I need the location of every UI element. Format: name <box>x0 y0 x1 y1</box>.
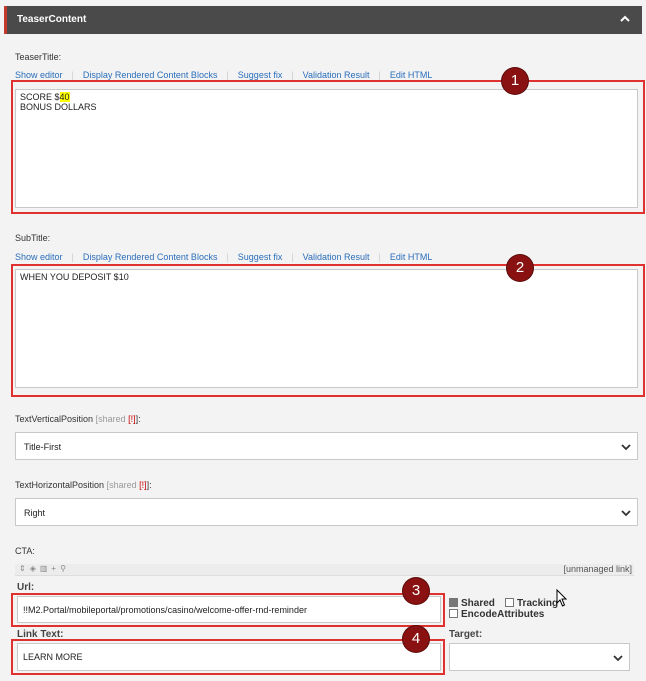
target-select[interactable] <box>449 643 630 671</box>
tracking-checkbox-row[interactable]: Tracking <box>505 597 558 609</box>
toolbar-separator: | <box>378 70 381 80</box>
tag-icon[interactable]: ◈ <box>30 564 40 573</box>
toolbar-separator: | <box>226 70 229 80</box>
toolbar-separator: | <box>291 70 294 80</box>
cta-toolbar-icons: ⇕◈▥+⚲ <box>19 564 70 573</box>
sort-icon[interactable]: ⇕ <box>19 564 30 573</box>
panel-title: TeaserContent <box>17 14 87 25</box>
cta-toolbar: ⇕◈▥+⚲ [unmanaged link] <box>15 564 634 576</box>
suggest-fix-link[interactable]: Suggest fix <box>238 70 283 80</box>
chevron-down-icon <box>621 444 631 451</box>
annotation-badge-2: 2 <box>507 255 533 281</box>
shared-checkbox-row[interactable]: Shared <box>449 597 495 609</box>
annotation-badge-4: 4 <box>403 626 429 652</box>
validation-result-link[interactable]: Validation Result <box>303 252 370 262</box>
edit-html-link[interactable]: Edit HTML <box>390 252 433 262</box>
plus-icon[interactable]: + <box>51 564 60 573</box>
display-rendered-link[interactable]: Display Rendered Content Blocks <box>83 70 218 80</box>
teaser-content-panel: TeaserContent TeaserTitle: Show editor | D… <box>0 0 646 681</box>
mouse-pointer-icon <box>556 589 568 607</box>
annotation-badge-1: 1 <box>502 68 528 94</box>
annotation-box-2 <box>11 264 645 397</box>
annotation-badge-3: 3 <box>403 578 429 604</box>
panel-header[interactable]: TeaserContent <box>4 6 642 34</box>
target-label: Target: <box>449 629 483 640</box>
selected-value: Title-First <box>24 442 62 452</box>
search-icon[interactable]: ⚲ <box>60 564 70 573</box>
trash-icon[interactable]: ▥ <box>40 564 52 573</box>
edit-html-link[interactable]: Edit HTML <box>390 70 433 80</box>
url-label: Url: <box>17 582 35 593</box>
chevron-down-icon <box>613 655 623 662</box>
teaser-title-toolbar: Show editor | Display Rendered Content Blo… <box>15 70 432 80</box>
toolbar-separator: | <box>226 252 229 262</box>
toolbar-separator: | <box>71 252 74 262</box>
toolbar-separator: | <box>71 70 74 80</box>
text-horizontal-position-select[interactable]: Right <box>15 498 638 526</box>
annotation-box-1 <box>11 80 645 214</box>
text-horizontal-position-label: TextHorizontalPosition [shared [!]]: <box>15 480 152 490</box>
show-editor-link[interactable]: Show editor <box>15 70 63 80</box>
annotation-box-4 <box>11 639 445 675</box>
chevron-up-icon[interactable] <box>618 12 632 26</box>
validation-result-link[interactable]: Validation Result <box>303 70 370 80</box>
subtitle-label: SubTitle: <box>15 233 51 243</box>
display-rendered-link[interactable]: Display Rendered Content Blocks <box>83 252 218 262</box>
selected-value: Right <box>24 508 46 518</box>
text-vertical-position-select[interactable]: Title-First <box>15 432 638 460</box>
encode-attributes-checkbox[interactable] <box>449 608 458 618</box>
toolbar-separator: | <box>378 252 381 262</box>
subtitle-toolbar: Show editor | Display Rendered Content Blo… <box>15 252 432 262</box>
encode-attributes-checkbox-row[interactable]: EncodeAttributes <box>449 608 544 620</box>
cta-label: CTA: <box>15 546 35 556</box>
unmanaged-link-label: [unmanaged link] <box>563 564 632 574</box>
chevron-down-icon <box>621 510 631 517</box>
toolbar-separator: | <box>291 252 294 262</box>
tracking-checkbox[interactable] <box>505 597 514 607</box>
shared-checkbox[interactable] <box>449 597 458 607</box>
suggest-fix-link[interactable]: Suggest fix <box>238 252 283 262</box>
annotation-box-3 <box>11 593 445 627</box>
show-editor-link[interactable]: Show editor <box>15 252 63 262</box>
teaser-title-label: TeaserTitle: <box>15 52 62 62</box>
text-vertical-position-label: TextVerticalPosition [shared [!]]: <box>15 414 141 424</box>
